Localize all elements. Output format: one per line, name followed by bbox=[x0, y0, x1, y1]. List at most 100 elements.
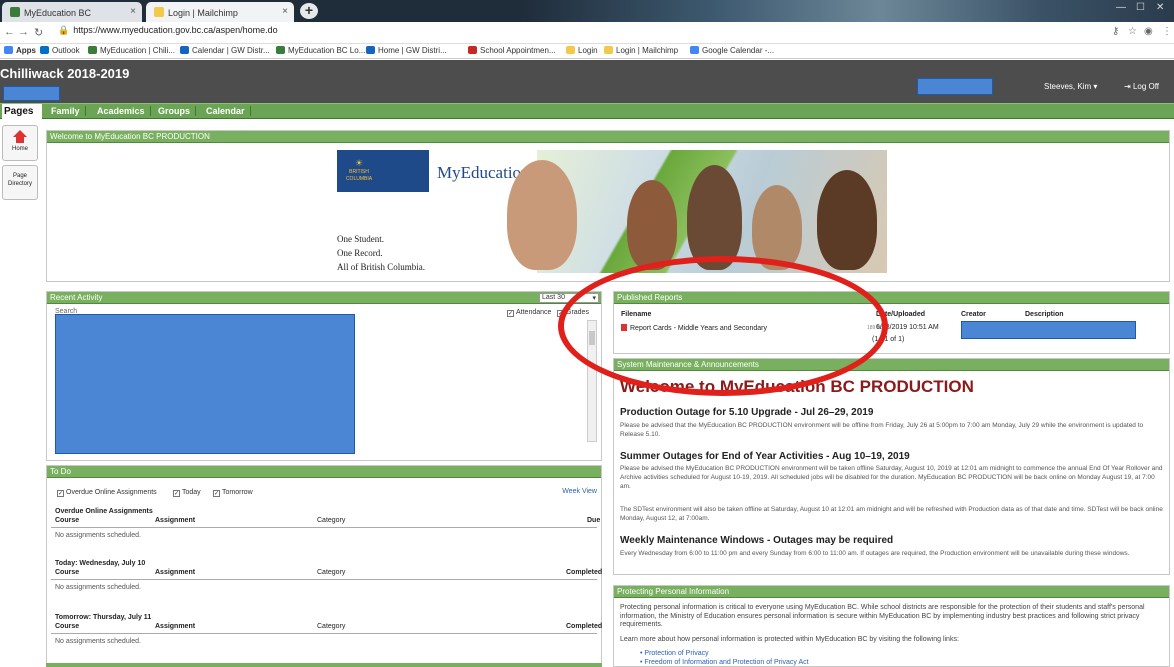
col-header: Category bbox=[317, 623, 346, 630]
announcements-panel: System Maintenance & Announcements Welco… bbox=[613, 358, 1170, 575]
pdf-icon bbox=[621, 324, 627, 331]
empty-message: No assignments scheduled. bbox=[55, 532, 141, 539]
reload-icon[interactable]: ↻ bbox=[34, 26, 43, 39]
welcome-panel: Welcome to MyEducation BC PRODUCTION ☀ BR… bbox=[46, 130, 1170, 282]
tomorrow-checkbox[interactable]: ✓ Tomorrow bbox=[213, 489, 253, 497]
announcement-text: Please be advised that the MyEducation B… bbox=[620, 422, 1144, 438]
url-field[interactable]: 🔒 https://www.myeducation.gov.bc.ca/aspen… bbox=[58, 25, 278, 36]
mailchimp-icon bbox=[604, 46, 613, 54]
tagline-1: One Student. bbox=[337, 234, 384, 244]
bookmark-mailchimp[interactable]: Login | Mailchimp bbox=[604, 46, 678, 55]
week-view-link[interactable]: Week View bbox=[562, 488, 597, 495]
side-directory-button[interactable]: Page Directory bbox=[2, 165, 38, 200]
scroll-thumb[interactable] bbox=[589, 331, 595, 345]
panel-header: Protecting Personal Information bbox=[614, 586, 1169, 598]
account-icon[interactable]: ◉ bbox=[1144, 26, 1153, 37]
student-figure bbox=[752, 185, 802, 270]
pages-label: Pages bbox=[2, 104, 42, 121]
announcement-heading: Weekly Maintenance Windows - Outages may… bbox=[620, 535, 894, 546]
overdue-checkbox[interactable]: ✓ Overdue Online Assignments bbox=[57, 489, 157, 497]
privacy-text: Learn more about how personal informatio… bbox=[620, 636, 959, 643]
tab-academics[interactable]: Academics bbox=[92, 106, 151, 116]
home-icon bbox=[366, 46, 375, 54]
maximize-icon[interactable]: ☐ bbox=[1136, 2, 1145, 13]
menu-icon[interactable]: ⋮ bbox=[1162, 26, 1172, 37]
upload-date: 6/28/2019 10:51 AM bbox=[876, 324, 939, 331]
bookmark-calendar[interactable]: Calendar | GW Distr... bbox=[180, 46, 270, 55]
bookmark-login[interactable]: Login bbox=[566, 46, 598, 55]
panel-header: System Maintenance & Announcements bbox=[614, 359, 1169, 371]
select-value: Last 30 bbox=[542, 294, 565, 301]
bc-sun-logo: ☀ BRITISH COLUMBIA bbox=[345, 158, 373, 183]
tab-family[interactable]: Family bbox=[46, 106, 86, 116]
col-header: Course bbox=[55, 569, 80, 576]
close-icon[interactable]: × bbox=[282, 6, 288, 17]
next-panel-header bbox=[46, 663, 602, 667]
bookmark-outlook[interactable]: Outlook bbox=[40, 46, 80, 55]
bc-logo-block: ☀ BRITISH COLUMBIA bbox=[337, 150, 429, 192]
tab-mailchimp[interactable]: Login | Mailchimp × bbox=[146, 2, 294, 22]
window-close-icon[interactable]: ✕ bbox=[1156, 2, 1164, 13]
redaction-box bbox=[3, 86, 60, 101]
minimize-icon[interactable]: — bbox=[1116, 2, 1126, 13]
side-directory-label-2: Directory bbox=[7, 181, 32, 187]
tab-calendar[interactable]: Calendar bbox=[201, 106, 251, 116]
bookmark-label: MyEducation | Chili... bbox=[100, 46, 175, 55]
back-icon[interactable]: ← bbox=[4, 26, 15, 38]
logoff-icon: ⇥ bbox=[1124, 82, 1133, 91]
bookmark-label: Home | GW Distri... bbox=[378, 46, 447, 55]
grades-checkbox[interactable]: ✓ Grades bbox=[557, 309, 589, 317]
side-home-button[interactable]: Home bbox=[2, 125, 38, 161]
checkbox-label: Grades bbox=[566, 309, 589, 316]
tab-groups[interactable]: Groups bbox=[153, 106, 197, 116]
bookmark-google-calendar[interactable]: Google Calendar -... bbox=[690, 46, 774, 55]
browser-tab-strip: MyEducation BC × Login | Mailchimp × + —… bbox=[0, 0, 1174, 22]
checkbox-icon: ✓ bbox=[557, 310, 564, 317]
key-icon[interactable]: ⚷ bbox=[1112, 26, 1119, 37]
divider bbox=[51, 579, 597, 580]
star-icon[interactable]: ☆ bbox=[1128, 26, 1137, 37]
close-icon[interactable]: × bbox=[130, 6, 136, 17]
leaf-icon bbox=[10, 7, 20, 17]
checkbox-label: Attendance bbox=[516, 309, 552, 316]
new-tab-button[interactable]: + bbox=[300, 3, 318, 19]
col-header: Assignment bbox=[155, 569, 196, 576]
school-title: Chilliwack 2018-2019 bbox=[0, 66, 130, 81]
bookmark-label: Google Calendar -... bbox=[702, 46, 775, 55]
col-header: Due bbox=[587, 517, 601, 524]
tab-title: Login | Mailchimp bbox=[168, 8, 238, 18]
privacy-link[interactable]: • Freedom of Information and Protection … bbox=[640, 659, 809, 666]
lock-icon: 🔒 bbox=[58, 25, 70, 35]
divider bbox=[51, 527, 597, 528]
recent-range-select[interactable]: Last 30 ▾ bbox=[539, 293, 599, 303]
empty-message: No assignments scheduled. bbox=[55, 584, 141, 591]
bookmark-label: Calendar | GW Distr... bbox=[192, 46, 270, 55]
col-header: Course bbox=[55, 517, 80, 524]
address-toolbar: ← → ↻ 🔒 https://www.myeducation.gov.bc.ca… bbox=[0, 22, 1174, 44]
recent-activity-panel: Recent Activity Last 30 ▾ Search ✓ Attenda… bbox=[46, 291, 602, 461]
logoff-link[interactable]: ⇥ Log Off bbox=[1124, 82, 1159, 91]
col-header: Assignment bbox=[155, 623, 196, 630]
bookmark-myed[interactable]: MyEducation | Chili... bbox=[88, 46, 175, 55]
tab-myeducation[interactable]: MyEducation BC × bbox=[2, 2, 142, 22]
tagline-3: All of British Columbia. bbox=[337, 262, 426, 272]
privacy-link[interactable]: • Protection of Privacy bbox=[640, 650, 709, 657]
announcement-title: Welcome to MyEducation BC PRODUCTION bbox=[620, 377, 974, 396]
side-home-label: Home bbox=[11, 146, 28, 152]
announcement-heading: Production Outage for 5.10 Upgrade - Jul… bbox=[620, 407, 874, 418]
scrollbar[interactable] bbox=[587, 320, 597, 442]
bookmark-apps[interactable]: Apps bbox=[4, 46, 36, 55]
login-icon bbox=[566, 46, 575, 54]
bookmark-myed-login[interactable]: MyEducation BC Lo... bbox=[276, 46, 365, 55]
student-figure bbox=[817, 170, 877, 270]
report-file-link[interactable]: Report Cards - Middle Years and Secondar… bbox=[621, 324, 767, 332]
forward-icon[interactable]: → bbox=[18, 26, 29, 38]
bookmark-home[interactable]: Home | GW Distri... bbox=[366, 46, 447, 55]
attendance-checkbox[interactable]: ✓ Attendance bbox=[507, 309, 551, 317]
redaction-box bbox=[55, 314, 355, 454]
checkbox-label: Overdue Online Assignments bbox=[66, 489, 157, 496]
col-header: Creator bbox=[961, 311, 986, 318]
bookmark-school[interactable]: School Appointmen... bbox=[468, 46, 556, 55]
today-checkbox[interactable]: ✓ Today bbox=[173, 489, 201, 497]
user-menu[interactable]: Steeves, Kim ▾ bbox=[1044, 82, 1097, 91]
